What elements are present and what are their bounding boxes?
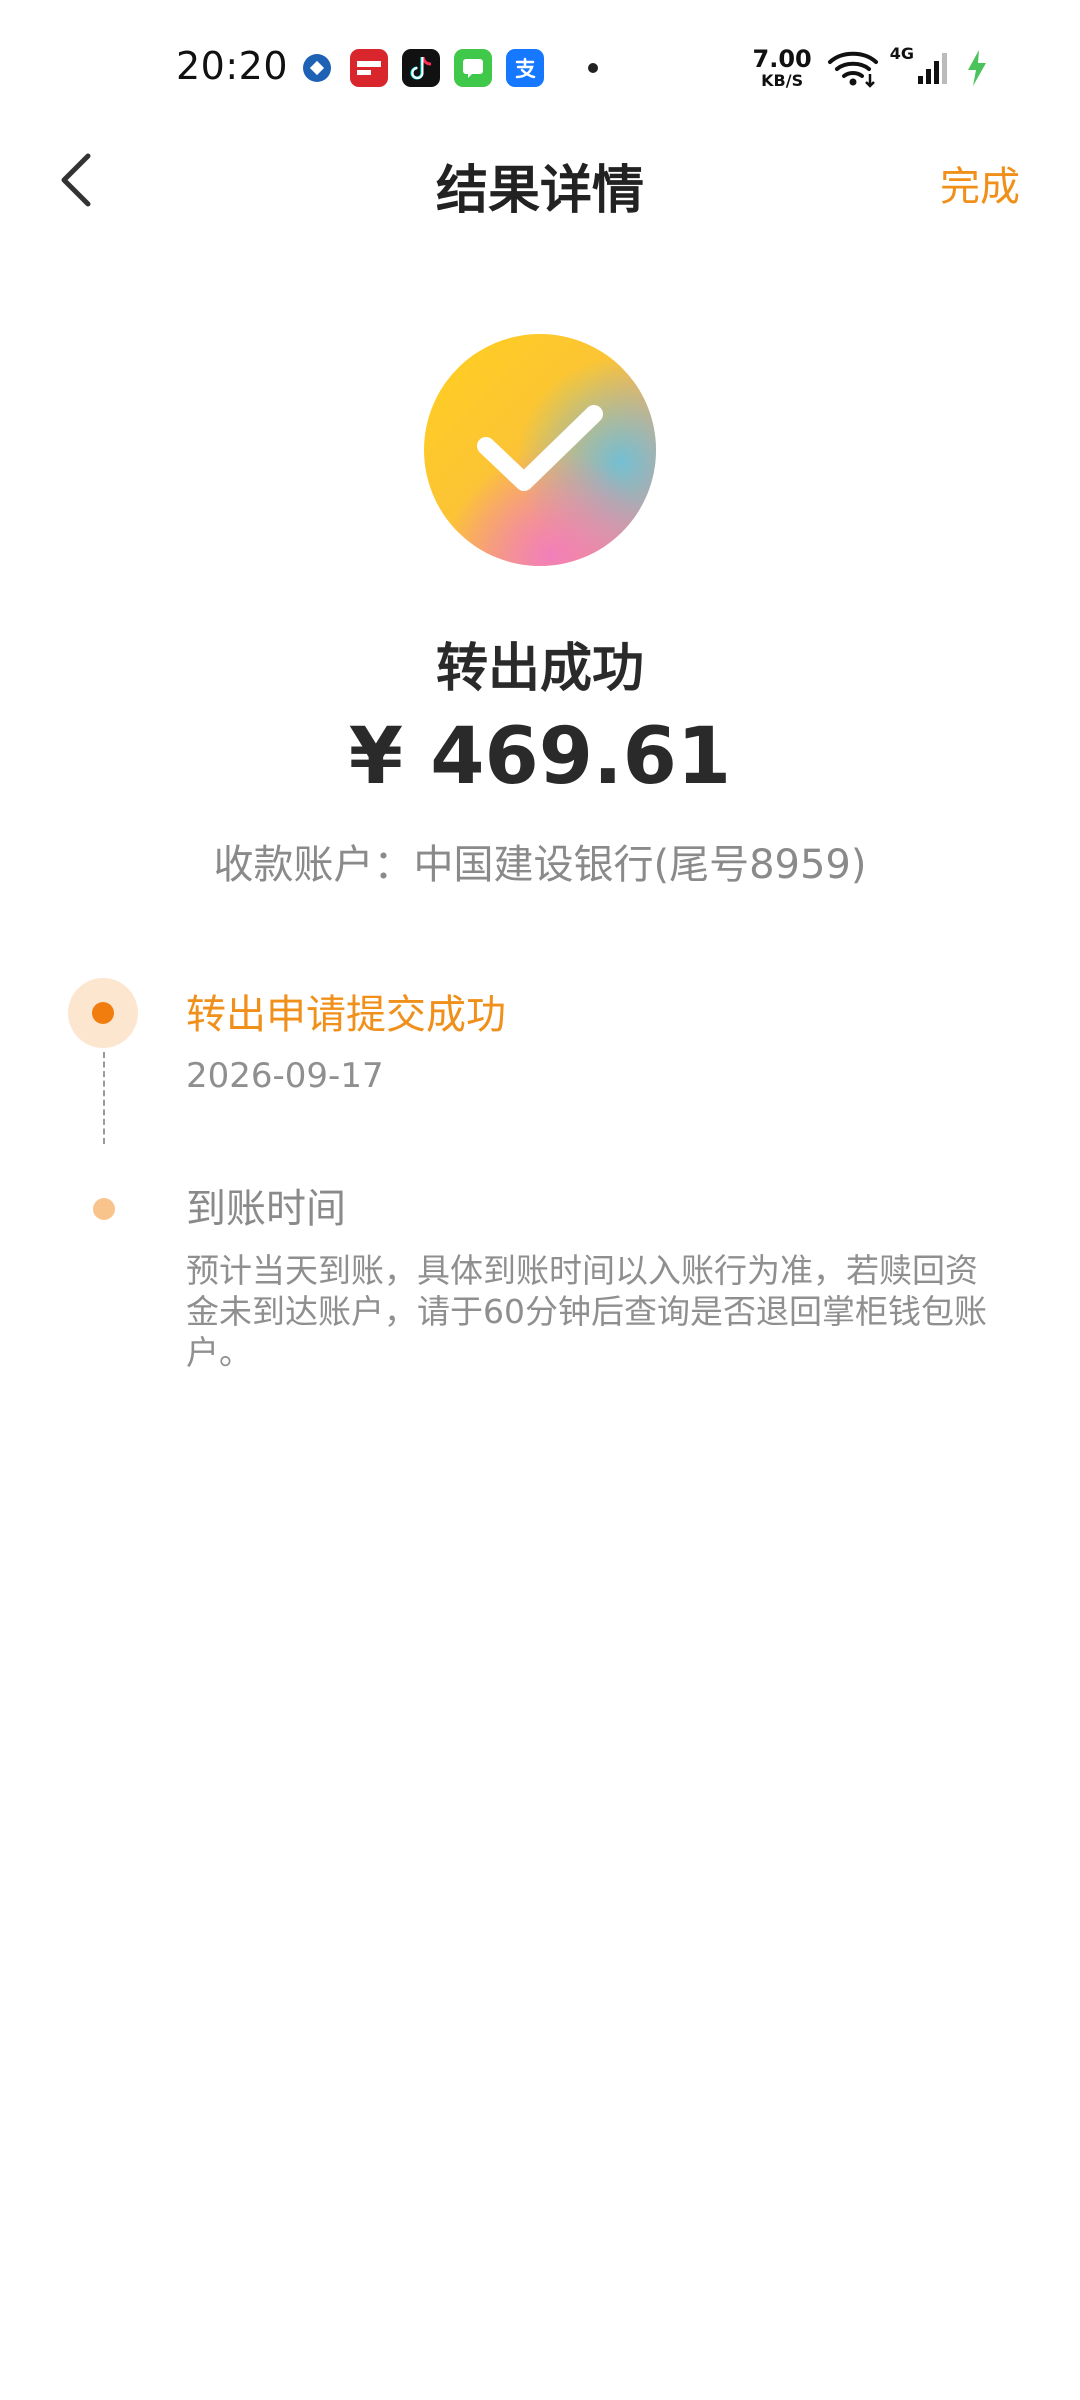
messages-app-icon: [454, 49, 492, 87]
timeline-step-date: 2026-09-17: [186, 1056, 384, 1096]
network-type: 4G: [889, 44, 914, 63]
success-check-icon: [424, 334, 656, 566]
done-button[interactable]: 完成: [940, 154, 1020, 212]
timeline-connector: [103, 1052, 105, 1144]
timeline-step-description: 预计当天到账，具体到账时间以入账行为准，若赎回资金未到达账户，请于60分钟后查询…: [186, 1251, 987, 1372]
notification-icons: [298, 46, 598, 90]
receiving-account: 收款账户：中国建设银行(尾号8959): [213, 842, 867, 888]
ccb-app-icon: [298, 49, 336, 87]
more-notifications-dot: [588, 63, 598, 73]
result-status: 转出成功: [435, 639, 644, 699]
network-speed-unit: KB/S: [761, 71, 804, 90]
wifi-icon: [827, 51, 878, 88]
page-title: 结果详情: [435, 161, 644, 221]
timeline-dot-active: [92, 1002, 114, 1024]
status-indicators: 7.00 KB/S 4G: [753, 44, 990, 92]
status-bar: 20:20 7.00 KB/S 4G: [0, 0, 1080, 130]
network-speed: 7.00 KB/S: [753, 47, 812, 89]
tiktok-app-icon: [402, 49, 440, 87]
alipay-app-icon: [506, 49, 544, 87]
cell-signal-icon: [918, 53, 947, 84]
transfer-amount: ¥ 469.61: [348, 712, 732, 802]
charging-icon: [968, 50, 986, 86]
status-time: 20:20: [176, 44, 289, 88]
timeline-step-title: 转出申请提交成功: [186, 992, 506, 1038]
unionpay-app-icon: [350, 49, 388, 87]
nav-bar: 结果详情 完成: [0, 130, 1080, 230]
network-speed-value: 7.00: [752, 45, 812, 73]
timeline-dot-pending: [93, 1198, 115, 1220]
timeline-step-title: 到账时间: [186, 1186, 346, 1232]
